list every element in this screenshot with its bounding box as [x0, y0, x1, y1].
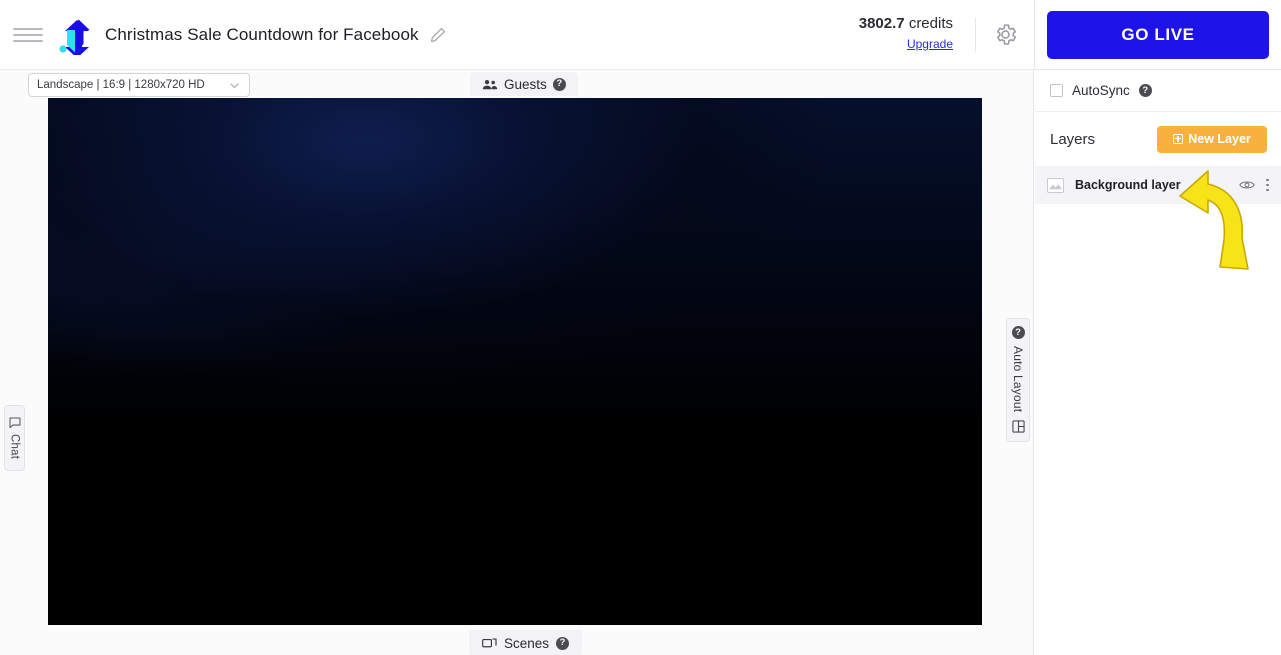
- layers-title: Layers: [1050, 131, 1095, 148]
- tab-chat[interactable]: Chat: [4, 405, 25, 471]
- layer-actions: [1239, 177, 1271, 194]
- new-layer-button[interactable]: New Layer: [1157, 126, 1267, 153]
- scenes-stack-icon: [482, 637, 497, 650]
- upgrade-link[interactable]: Upgrade: [907, 37, 953, 52]
- help-question-icon[interactable]: ?: [556, 637, 569, 650]
- tab-auto-layout[interactable]: ? Auto Layout: [1006, 318, 1030, 442]
- aspect-ratio-value: Landscape | 16:9 | 1280x720 HD: [37, 79, 205, 91]
- canvas-background-gradient: [48, 98, 982, 625]
- autosync-label: AutoSync: [1072, 83, 1130, 98]
- hamburger-line: [13, 34, 43, 36]
- tab-scenes-label: Scenes: [504, 636, 549, 651]
- tab-scenes[interactable]: Scenes ?: [469, 630, 582, 655]
- go-live-container: GO LIVE: [1034, 0, 1281, 70]
- help-question-icon[interactable]: ?: [553, 78, 566, 91]
- tab-guests[interactable]: Guests ?: [470, 72, 578, 96]
- tab-guests-label: Guests: [504, 77, 547, 92]
- help-question-icon[interactable]: ?: [1139, 84, 1152, 97]
- preview-canvas[interactable]: [48, 98, 982, 625]
- topbar-right-group: 3802.7 credits Upgrade GO LIVE: [859, 0, 1281, 70]
- hamburger-line: [13, 28, 43, 30]
- kebab-dot: [1266, 184, 1269, 187]
- plus-square-icon: [1173, 134, 1183, 144]
- right-panel: AutoSync ? Layers New Layer Background l…: [1035, 70, 1281, 655]
- layout-grid-icon: [1012, 420, 1025, 433]
- app-root: Christmas Sale Countdown for Facebook 38…: [0, 0, 1281, 655]
- image-thumbnail-icon: [1047, 178, 1064, 193]
- settings-button[interactable]: [976, 0, 1034, 70]
- layer-list-item[interactable]: Background layer: [1035, 166, 1281, 204]
- credits-amount: 3802.7 credits: [859, 15, 953, 34]
- new-layer-label: New Layer: [1188, 132, 1251, 146]
- hamburger-line: [13, 40, 43, 42]
- go-live-button[interactable]: GO LIVE: [1047, 11, 1269, 59]
- page-title: Christmas Sale Countdown for Facebook: [105, 25, 419, 45]
- pencil-edit-icon[interactable]: [430, 27, 446, 43]
- autosync-checkbox[interactable]: [1050, 84, 1063, 97]
- app-logo-icon[interactable]: [55, 15, 93, 55]
- kebab-dot: [1266, 189, 1269, 192]
- kebab-dot: [1266, 179, 1269, 182]
- help-question-icon[interactable]: ?: [1012, 326, 1025, 339]
- stage-area: Landscape | 16:9 | 1280x720 HD Guests ?: [0, 70, 1034, 655]
- autosync-row: AutoSync ?: [1035, 70, 1281, 112]
- kebab-menu-icon[interactable]: [1264, 177, 1271, 194]
- aspect-ratio-select[interactable]: Landscape | 16:9 | 1280x720 HD: [28, 73, 250, 97]
- gear-icon: [993, 22, 1018, 47]
- people-group-icon: [482, 78, 498, 91]
- tab-chat-label: Chat: [9, 434, 21, 459]
- layers-header: Layers New Layer: [1035, 112, 1281, 166]
- chevron-down-icon: [228, 79, 241, 92]
- credits-box: 3802.7 credits Upgrade: [859, 15, 975, 54]
- layer-name: Background layer: [1075, 178, 1181, 192]
- hamburger-menu-icon[interactable]: [13, 20, 43, 50]
- tab-auto-layout-label: Auto Layout: [1011, 346, 1025, 412]
- eye-visible-icon[interactable]: [1239, 179, 1255, 191]
- chat-bubble-icon: [9, 417, 21, 429]
- top-bar: Christmas Sale Countdown for Facebook 38…: [0, 0, 1281, 70]
